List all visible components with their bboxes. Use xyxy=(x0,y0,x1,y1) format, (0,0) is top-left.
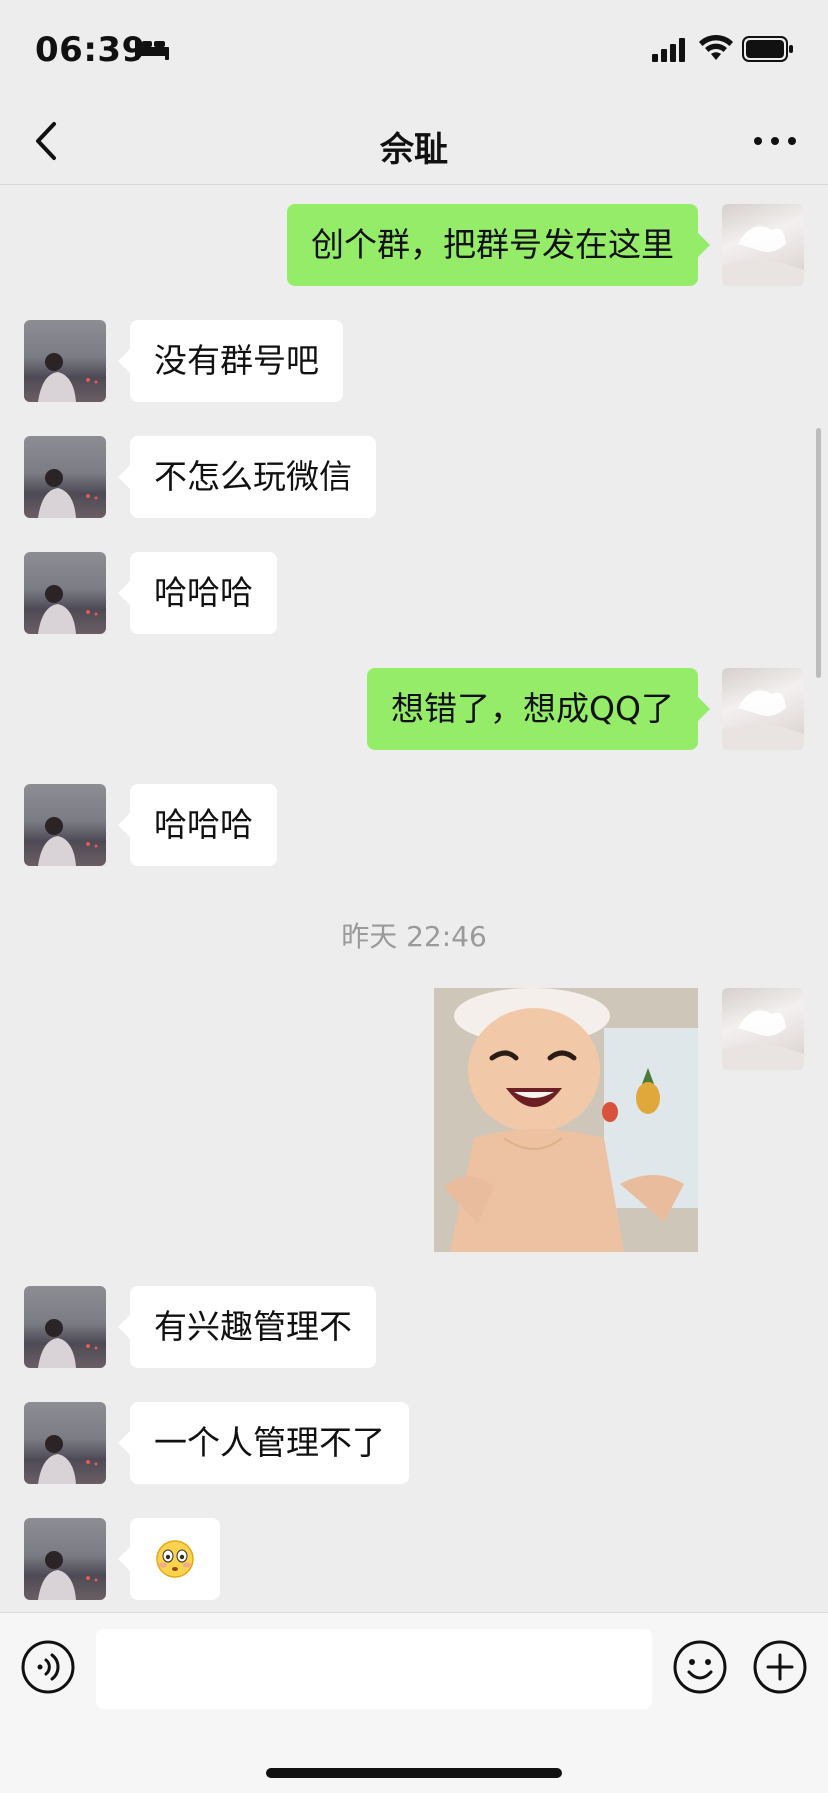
contact-avatar[interactable] xyxy=(24,1402,106,1484)
flushed-face-emoji-icon xyxy=(156,1540,194,1578)
my-avatar[interactable] xyxy=(722,988,804,1070)
message-timestamp: 昨天 22:46 xyxy=(341,920,487,953)
message-bubble-received[interactable]: 有兴趣管理不 xyxy=(118,1286,376,1368)
message-bubble-received[interactable]: 没有群号吧 xyxy=(118,320,343,402)
message-bubble-sent[interactable]: 想错了，想成QQ了 xyxy=(367,668,710,750)
message-bubble-received[interactable]: 哈哈哈 xyxy=(118,784,277,866)
input-bar xyxy=(0,1612,828,1793)
contact-avatar[interactable] xyxy=(24,784,106,866)
status-bar: 06:39 xyxy=(0,0,828,100)
message-input[interactable] xyxy=(96,1629,652,1709)
more-options-icon[interactable] xyxy=(752,130,798,152)
contact-avatar[interactable] xyxy=(24,552,106,634)
message-bubble-received[interactable]: 不怎么玩微信 xyxy=(118,436,376,518)
emoji-picker-icon[interactable] xyxy=(672,1639,728,1695)
cellular-signal-icon xyxy=(652,38,685,62)
contact-avatar[interactable] xyxy=(24,1518,106,1600)
message-bubble-received[interactable]: 哈哈哈 xyxy=(118,552,277,634)
my-avatar[interactable] xyxy=(722,668,804,750)
message-bubble-received[interactable]: 一个人管理不了 xyxy=(118,1402,409,1484)
contact-avatar[interactable] xyxy=(24,320,106,402)
battery-icon xyxy=(742,36,793,62)
my-avatar[interactable] xyxy=(722,204,804,286)
chat-title: 佘耻 xyxy=(380,130,448,170)
home-indicator[interactable] xyxy=(266,1768,562,1778)
contact-avatar[interactable] xyxy=(24,1286,106,1368)
voice-input-icon[interactable] xyxy=(20,1639,76,1695)
sleep-mode-icon xyxy=(135,40,169,60)
status-time: 06:39 xyxy=(35,30,146,70)
chat-scrollbar[interactable] xyxy=(816,428,821,678)
add-attachment-icon[interactable] xyxy=(752,1639,808,1695)
contact-avatar[interactable] xyxy=(24,436,106,518)
laughing-baby-sticker[interactable] xyxy=(434,988,698,1252)
wifi-icon xyxy=(699,34,733,60)
message-bubble-sent[interactable]: 创个群，把群号发在这里 xyxy=(287,204,710,286)
chat-header: 佘耻 xyxy=(0,100,828,185)
message-bubble-received[interactable] xyxy=(118,1518,220,1600)
